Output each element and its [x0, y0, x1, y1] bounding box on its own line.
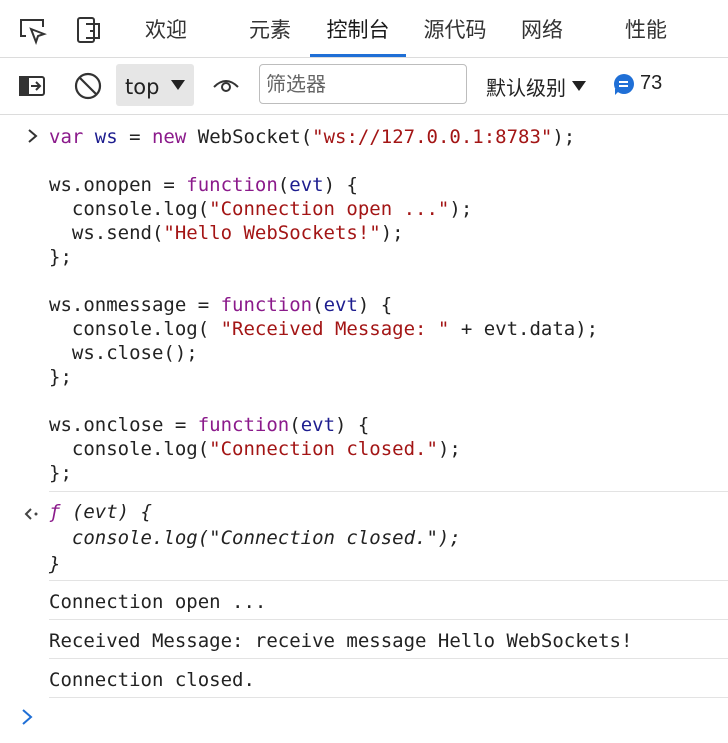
- code-token: ƒ: [49, 501, 72, 523]
- tab-console[interactable]: 控制台: [310, 0, 406, 57]
- code-token: );: [437, 438, 461, 460]
- code-token: (: [277, 174, 290, 196]
- code-token: evt: [289, 174, 324, 196]
- issues-count: 73: [640, 72, 663, 94]
- code-token: ws.close();: [49, 342, 198, 364]
- code-line: ws.close();: [49, 341, 198, 365]
- tab-elements[interactable]: 元素: [244, 0, 296, 57]
- tab-welcome[interactable]: 欢迎: [140, 0, 192, 57]
- sidebar-toggle-icon[interactable]: [14, 68, 50, 104]
- context-selector[interactable]: top: [116, 64, 194, 106]
- code-line: ƒ (evt) {: [49, 500, 152, 524]
- code-token: "ws://127.0.0.1:8783": [312, 126, 553, 148]
- inspect-element-icon[interactable]: [14, 12, 50, 48]
- message-bubble-icon: [614, 73, 634, 95]
- code-token: };: [49, 246, 72, 268]
- tab-sources[interactable]: 源代码: [420, 0, 490, 57]
- code-token: "Hello WebSockets!": [163, 222, 381, 244]
- tab-network[interactable]: 网络: [516, 0, 568, 57]
- code-line: };: [49, 245, 72, 269]
- code-token: + evt.data);: [449, 318, 599, 340]
- clear-console-icon[interactable]: [70, 68, 106, 104]
- code-token: };: [49, 366, 72, 388]
- code-token: evt: [323, 294, 358, 316]
- live-expression-eye-icon[interactable]: [208, 68, 244, 104]
- code-token: console.log("Connection closed.");: [49, 527, 461, 549]
- code-token: );: [449, 198, 473, 220]
- code-token: =: [117, 126, 152, 148]
- divider: [49, 491, 728, 492]
- code-line: ws.send("Hello WebSockets!");: [49, 221, 404, 245]
- device-emulation-icon[interactable]: [70, 12, 106, 48]
- code-line: console.log( "Received Message: " + evt.…: [49, 317, 598, 341]
- code-token: ) {: [357, 294, 393, 316]
- code-line: var ws = new WebSocket("ws://127.0.0.1:8…: [49, 125, 575, 149]
- divider: [49, 658, 728, 659]
- log-message: Connection closed.: [49, 669, 255, 691]
- code-line: ws.onopen = function(evt) {: [49, 173, 358, 197]
- code-token: "Connection closed.": [209, 438, 438, 460]
- log-message: Received Message: receive message Hello …: [49, 630, 633, 652]
- code-line: ws.onclose = function(evt) {: [49, 413, 369, 437]
- code-token: evt: [300, 414, 336, 436]
- code-token: "Connection open ...": [209, 198, 450, 220]
- code-line: };: [49, 461, 72, 485]
- code-line: };: [49, 365, 72, 389]
- code-token: new: [151, 126, 198, 148]
- divider: [49, 697, 728, 698]
- divider: [49, 580, 728, 581]
- devtools-tab-bar: 欢迎 元素 控制台 源代码 网络 性能: [0, 0, 728, 58]
- log-levels-dropdown[interactable]: 默认级别: [486, 72, 586, 101]
- code-token: );: [552, 126, 576, 148]
- input-chevron-icon: [28, 129, 38, 143]
- code-token: ws: [94, 126, 118, 148]
- code-line: ws.onmessage = function(evt) {: [49, 293, 392, 317]
- code-line: console.log("Connection open ...");: [49, 197, 472, 221]
- code-line: console.log("Connection closed.");: [49, 526, 461, 550]
- chevron-down-icon: [572, 81, 586, 91]
- return-value-arrow-icon: [24, 508, 38, 520]
- code-token: function: [220, 294, 313, 316]
- divider: [49, 619, 728, 620]
- filter-input[interactable]: [259, 64, 467, 104]
- code-token: console.log(: [49, 438, 210, 460]
- code-token: WebSocket(: [197, 126, 313, 148]
- code-token: console.log(: [49, 318, 221, 340]
- code-token: ws.onopen =: [49, 174, 187, 196]
- code-token: ws.onclose =: [49, 414, 198, 436]
- context-value: top: [125, 75, 160, 99]
- code-line: }: [49, 552, 60, 576]
- code-token: ws.onmessage =: [49, 294, 221, 316]
- issues-counter[interactable]: 73: [614, 72, 662, 95]
- code-token: console.log(: [49, 198, 210, 220]
- code-token: (: [312, 294, 324, 316]
- code-token: function: [186, 174, 278, 196]
- code-line: console.log("Connection closed.");: [49, 437, 461, 461]
- code-token: var: [49, 126, 95, 148]
- log-message: Connection open ...: [49, 591, 267, 613]
- console-toolbar: top 默认级别 73: [0, 58, 728, 115]
- console-output: var ws = new WebSocket("ws://127.0.0.1:8…: [0, 115, 728, 743]
- tab-performance[interactable]: 性能: [620, 0, 672, 57]
- code-token: (evt) {: [71, 501, 152, 523]
- log-levels-label: 默认级别: [486, 76, 566, 100]
- code-token: (: [289, 414, 301, 436]
- chevron-down-icon: [171, 80, 185, 90]
- code-token: function: [197, 414, 290, 436]
- code-token: );: [380, 222, 404, 244]
- code-token: ws.send(: [49, 222, 164, 244]
- code-token: }: [49, 553, 61, 575]
- console-prompt-icon[interactable]: [20, 707, 34, 727]
- code-token: ) {: [335, 414, 370, 436]
- code-token: ) {: [323, 174, 358, 196]
- code-token: };: [49, 462, 72, 484]
- code-token: "Received Message: ": [220, 318, 450, 340]
